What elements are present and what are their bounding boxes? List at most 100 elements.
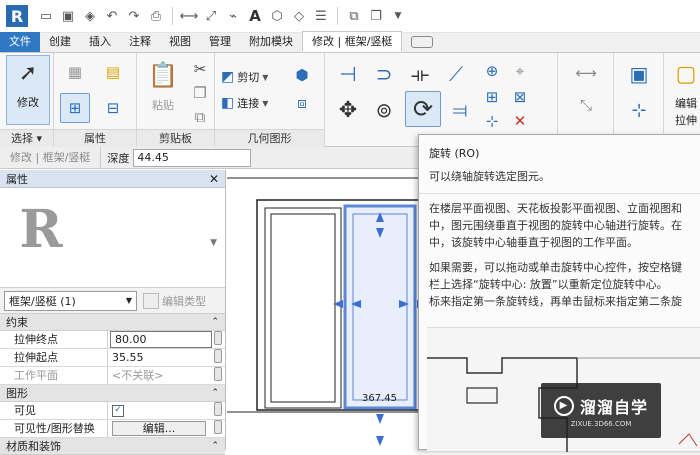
tooltip-text: 标来指定第一条旋转线，再单击鼠标来指定第二条旋 — [429, 295, 682, 308]
cut-geometry-label: 剪切 — [237, 71, 260, 84]
tab-view[interactable]: 视图 — [160, 32, 200, 52]
panel-select-label[interactable]: 选择 ▾ — [0, 129, 53, 147]
undo-icon[interactable]: ↶ — [102, 5, 122, 27]
offset-icon[interactable]: ⊃ — [367, 57, 401, 91]
tab-create[interactable]: 创建 — [40, 32, 80, 52]
chevron-down-icon[interactable]: ▼ — [210, 238, 217, 248]
tab-addins[interactable]: 附加模块 — [240, 32, 302, 52]
tab-insert[interactable]: 插入 — [80, 32, 120, 52]
redo-icon[interactable]: ↷ — [124, 5, 144, 27]
scrollbar-thumb[interactable] — [214, 367, 222, 381]
tab-modify-mullion[interactable]: 修改 | 框架/竖梃 — [302, 31, 403, 52]
rotate-button[interactable]: ⟳ — [405, 91, 441, 127]
mirror-axis-icon[interactable]: ⟛ — [403, 57, 437, 91]
plan-wall — [466, 387, 498, 404]
sync-icon[interactable]: ◈ — [80, 5, 100, 27]
open-folder-icon[interactable]: ▭ — [36, 5, 56, 27]
section-label: 材质和装饰 — [6, 440, 61, 453]
modify-button[interactable]: ➚ 修改 — [6, 55, 50, 125]
3d-view-icon[interactable]: ⬡ — [267, 5, 287, 27]
switch-windows-icon[interactable]: ❐ — [366, 5, 386, 27]
create-similar-icon[interactable]: ⊹ — [624, 95, 654, 125]
properties-toggle-icon[interactable]: ⊞ — [60, 93, 90, 123]
match-type-icon[interactable]: ⧉ — [187, 105, 213, 129]
delete-icon[interactable]: ✕ — [507, 109, 533, 133]
dimension-icon[interactable]: ⤡ — [566, 93, 606, 117]
move-icon[interactable]: ✥ — [331, 93, 365, 127]
cut-geometry-button[interactable]: ◩ 剪切 ▼ — [221, 69, 268, 85]
plan-mark — [678, 433, 698, 447]
edit-type-button[interactable]: 编辑类型 — [143, 292, 206, 309]
cut-icon[interactable]: ✂ — [187, 57, 213, 81]
scrollbar-thumb[interactable] — [214, 331, 222, 345]
dimension-icon[interactable]: ⤢ — [201, 5, 221, 27]
measure-icon[interactable]: ⟷ — [179, 5, 199, 27]
edit-profile-button[interactable]: ▢ 编辑 拉伸 — [668, 57, 700, 128]
section-graphics[interactable]: 图形 ⌃ — [0, 385, 225, 402]
visible-field: ✓ — [108, 402, 214, 419]
edit-type-icon — [143, 292, 159, 309]
grip-bottom[interactable] — [376, 414, 384, 424]
scrollbar-thumb[interactable] — [214, 420, 222, 434]
section-icon[interactable]: ◇ — [289, 5, 309, 27]
scrollbar-thumb[interactable] — [214, 402, 222, 416]
measure-icon[interactable]: ⟷ — [566, 61, 606, 85]
section-constraints[interactable]: 约束 ⌃ — [0, 314, 225, 331]
join-geometry-button[interactable]: ◧ 连接 ▼ — [221, 95, 268, 111]
type-swap-icon[interactable]: ⊟ — [98, 93, 128, 123]
mirror-draw-icon[interactable]: ⟋ — [439, 57, 473, 91]
family-editor-icon[interactable]: ▤ — [98, 57, 128, 87]
text-icon[interactable]: A — [245, 5, 265, 27]
tooltip-divider — [419, 193, 700, 194]
depth-input[interactable]: 44.45 — [133, 148, 252, 167]
type-properties-icon[interactable]: ▦ — [60, 57, 90, 87]
visible-checkbox[interactable]: ✓ — [112, 404, 124, 417]
extrusion-end-input[interactable]: 80.00 — [110, 331, 212, 348]
tab-manage[interactable]: 管理 — [200, 32, 240, 52]
array-icon[interactable]: ⊞ — [479, 85, 505, 109]
extrusion-start-input[interactable]: 35.55 — [108, 349, 214, 366]
scrollbar-thumb[interactable] — [214, 349, 222, 363]
copy-element-icon[interactable]: ⊚ — [367, 93, 401, 127]
type-selector[interactable]: 框架/竖梃 (1) ▼ — [4, 290, 137, 311]
tooltip-title: 旋转 (RO) — [429, 147, 480, 160]
unpin-icon[interactable]: ⊹ — [479, 109, 505, 133]
watermark-logo-icon: ▶ — [553, 395, 574, 416]
tab-file[interactable]: 文件 — [0, 32, 40, 52]
dropdown-icon[interactable]: ▼ — [388, 5, 408, 27]
edit-label: 编辑 — [675, 97, 697, 110]
stretch-label: 拉伸 — [675, 114, 697, 127]
paste-button[interactable]: 📋 粘贴 — [143, 57, 183, 113]
create-group-icon[interactable]: ▣ — [624, 59, 654, 89]
print-icon[interactable]: ⎙ — [146, 5, 166, 27]
save-icon[interactable]: ▣ — [58, 5, 78, 27]
split-face-icon[interactable]: ⧈ — [289, 91, 315, 115]
context-label: 修改 | 框架/竖梃 — [0, 146, 102, 169]
family-thumbnail: R — [19, 198, 63, 260]
tab-annotate[interactable]: 注释 — [120, 32, 160, 52]
pin-icon[interactable]: ⌖ — [507, 59, 533, 83]
thin-lines-icon[interactable]: ☰ — [311, 5, 331, 27]
chevron-down-icon: ▼ — [262, 98, 269, 108]
left-panel-inner — [270, 213, 336, 403]
tooltip-text: 栏上选择“旋转中心: 放置”以重新定位旋转中心。 — [429, 278, 668, 291]
tag-icon[interactable]: ⌁ — [223, 5, 243, 27]
wall-joins-icon[interactable]: ⬢ — [289, 63, 315, 87]
visibility-edit-button[interactable]: 编辑... — [112, 421, 206, 436]
revit-logo[interactable]: R — [6, 5, 28, 27]
ribbon-minimize-toggle[interactable] — [402, 32, 442, 52]
scale-icon[interactable]: ⊠ — [507, 85, 533, 109]
grip-bottom-2[interactable] — [376, 436, 384, 446]
section-materials[interactable]: 材质和装饰 ⌃ — [0, 438, 225, 455]
modify-label: 修改 — [17, 96, 39, 109]
copy-icon[interactable]: ❐ — [187, 81, 213, 105]
watermark: ▶ 溜溜自学 ZIXUE.3D66.COM — [541, 383, 661, 438]
align-icon[interactable]: ⊣ — [331, 57, 365, 91]
panel-clipboard-label: 剪贴板 — [137, 129, 214, 147]
split-element-icon[interactable]: ⊕ — [479, 59, 505, 83]
close-hidden-icon[interactable]: ⧉ — [344, 5, 364, 27]
panel-modify: ⊣ ⊃ ⟛ ⟋ ⊕ ⌖ ✥ ⊚ ⟳ ⫤ ⊞ ⊠ ⊹ ✕ — [325, 53, 558, 147]
close-icon[interactable]: ✕ — [209, 172, 219, 186]
panel-properties: ▦ ▤ ⊞ ⊟ 属性 — [54, 53, 137, 147]
trim-extend-icon[interactable]: ⫤ — [443, 93, 477, 127]
